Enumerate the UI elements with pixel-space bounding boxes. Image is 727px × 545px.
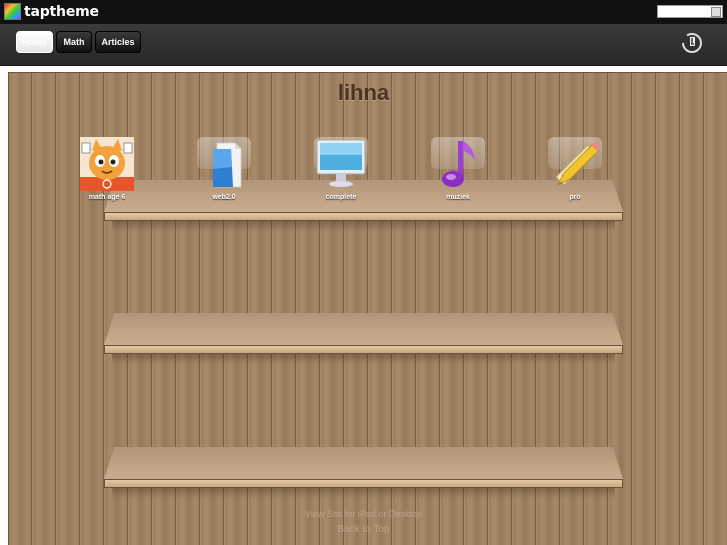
app-web20[interactable]: web2.0 xyxy=(184,137,264,201)
search-input[interactable] xyxy=(657,5,723,18)
app-label: web2.0 xyxy=(212,194,236,201)
articles-button[interactable]: Articles xyxy=(95,31,141,53)
app-label: muziek xyxy=(446,194,470,201)
taptheme-logo-icon xyxy=(4,3,21,20)
page-title: lihna xyxy=(337,80,390,105)
home-button[interactable]: Home xyxy=(16,31,53,53)
top-bar: taptheme xyxy=(0,0,727,24)
clock-history-icon[interactable] xyxy=(681,32,703,54)
app-label: complete xyxy=(325,194,357,201)
app-pro[interactable]: pro xyxy=(535,137,615,201)
monitor-icon xyxy=(314,137,368,191)
app-label: math age 6 xyxy=(88,194,126,201)
math-cat-icon xyxy=(80,137,134,191)
pencil-ruler-icon xyxy=(548,137,602,191)
brand-name: taptheme xyxy=(24,3,99,20)
app-math-age-6[interactable]: math age 6 xyxy=(67,137,147,201)
logo[interactable]: taptheme xyxy=(4,3,99,20)
view-site-link[interactable]: View Site for iPad or Desktop xyxy=(0,509,727,519)
nav-bar: Home Math Articles xyxy=(0,24,727,66)
math-button[interactable]: Math xyxy=(56,31,92,53)
app-label: pro xyxy=(569,194,581,201)
music-note-icon xyxy=(431,137,485,191)
back-to-top-link[interactable]: Back to Top xyxy=(0,524,727,535)
app-complete[interactable]: complete xyxy=(301,137,381,201)
search-go-icon[interactable] xyxy=(711,7,721,17)
folder-icon xyxy=(197,137,251,191)
app-muziek[interactable]: muziek xyxy=(418,137,498,201)
